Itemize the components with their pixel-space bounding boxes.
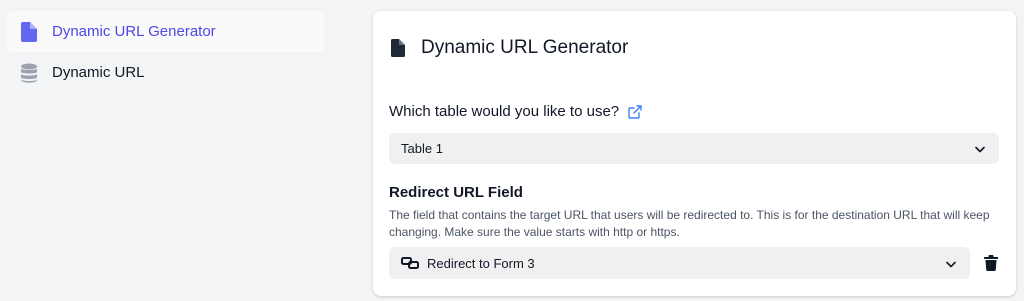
main-card: Dynamic URL Generator Which table would …: [373, 11, 1016, 296]
card-header: Dynamic URL Generator: [391, 37, 628, 59]
external-link-icon[interactable]: [628, 104, 642, 119]
sidebar-item-label: Dynamic URL: [52, 64, 145, 81]
redirect-field-help: The field that contains the target URL t…: [389, 208, 990, 239]
table-select[interactable]: Table 1: [389, 133, 999, 164]
database-icon: [18, 62, 40, 84]
redirect-field-select[interactable]: Redirect to Form 3: [389, 247, 970, 279]
chevron-down-icon: [975, 141, 985, 156]
redirect-field-value: Redirect to Form 3: [427, 255, 535, 271]
document-icon: [18, 21, 40, 43]
page-title: Dynamic URL Generator: [421, 37, 629, 58]
sidebar-item-dynamic-url[interactable]: Dynamic URL: [6, 52, 324, 93]
redirect-field-label: Redirect URL Field: [389, 184, 523, 201]
table-question-label: Which table would you like to use?: [389, 103, 620, 120]
table-question: Which table would you like to use?: [389, 103, 642, 120]
link-icon: [401, 257, 419, 269]
sidebar-item-dynamic-url-generator[interactable]: Dynamic URL Generator: [6, 11, 324, 52]
sidebar: Dynamic URL Generator Dynamic URL: [6, 11, 324, 93]
sidebar-item-label: Dynamic URL Generator: [52, 23, 216, 40]
chevron-down-icon: [946, 256, 956, 271]
trash-icon[interactable]: [984, 255, 998, 271]
document-icon: [391, 38, 407, 58]
table-select-value: Table 1: [401, 141, 443, 156]
